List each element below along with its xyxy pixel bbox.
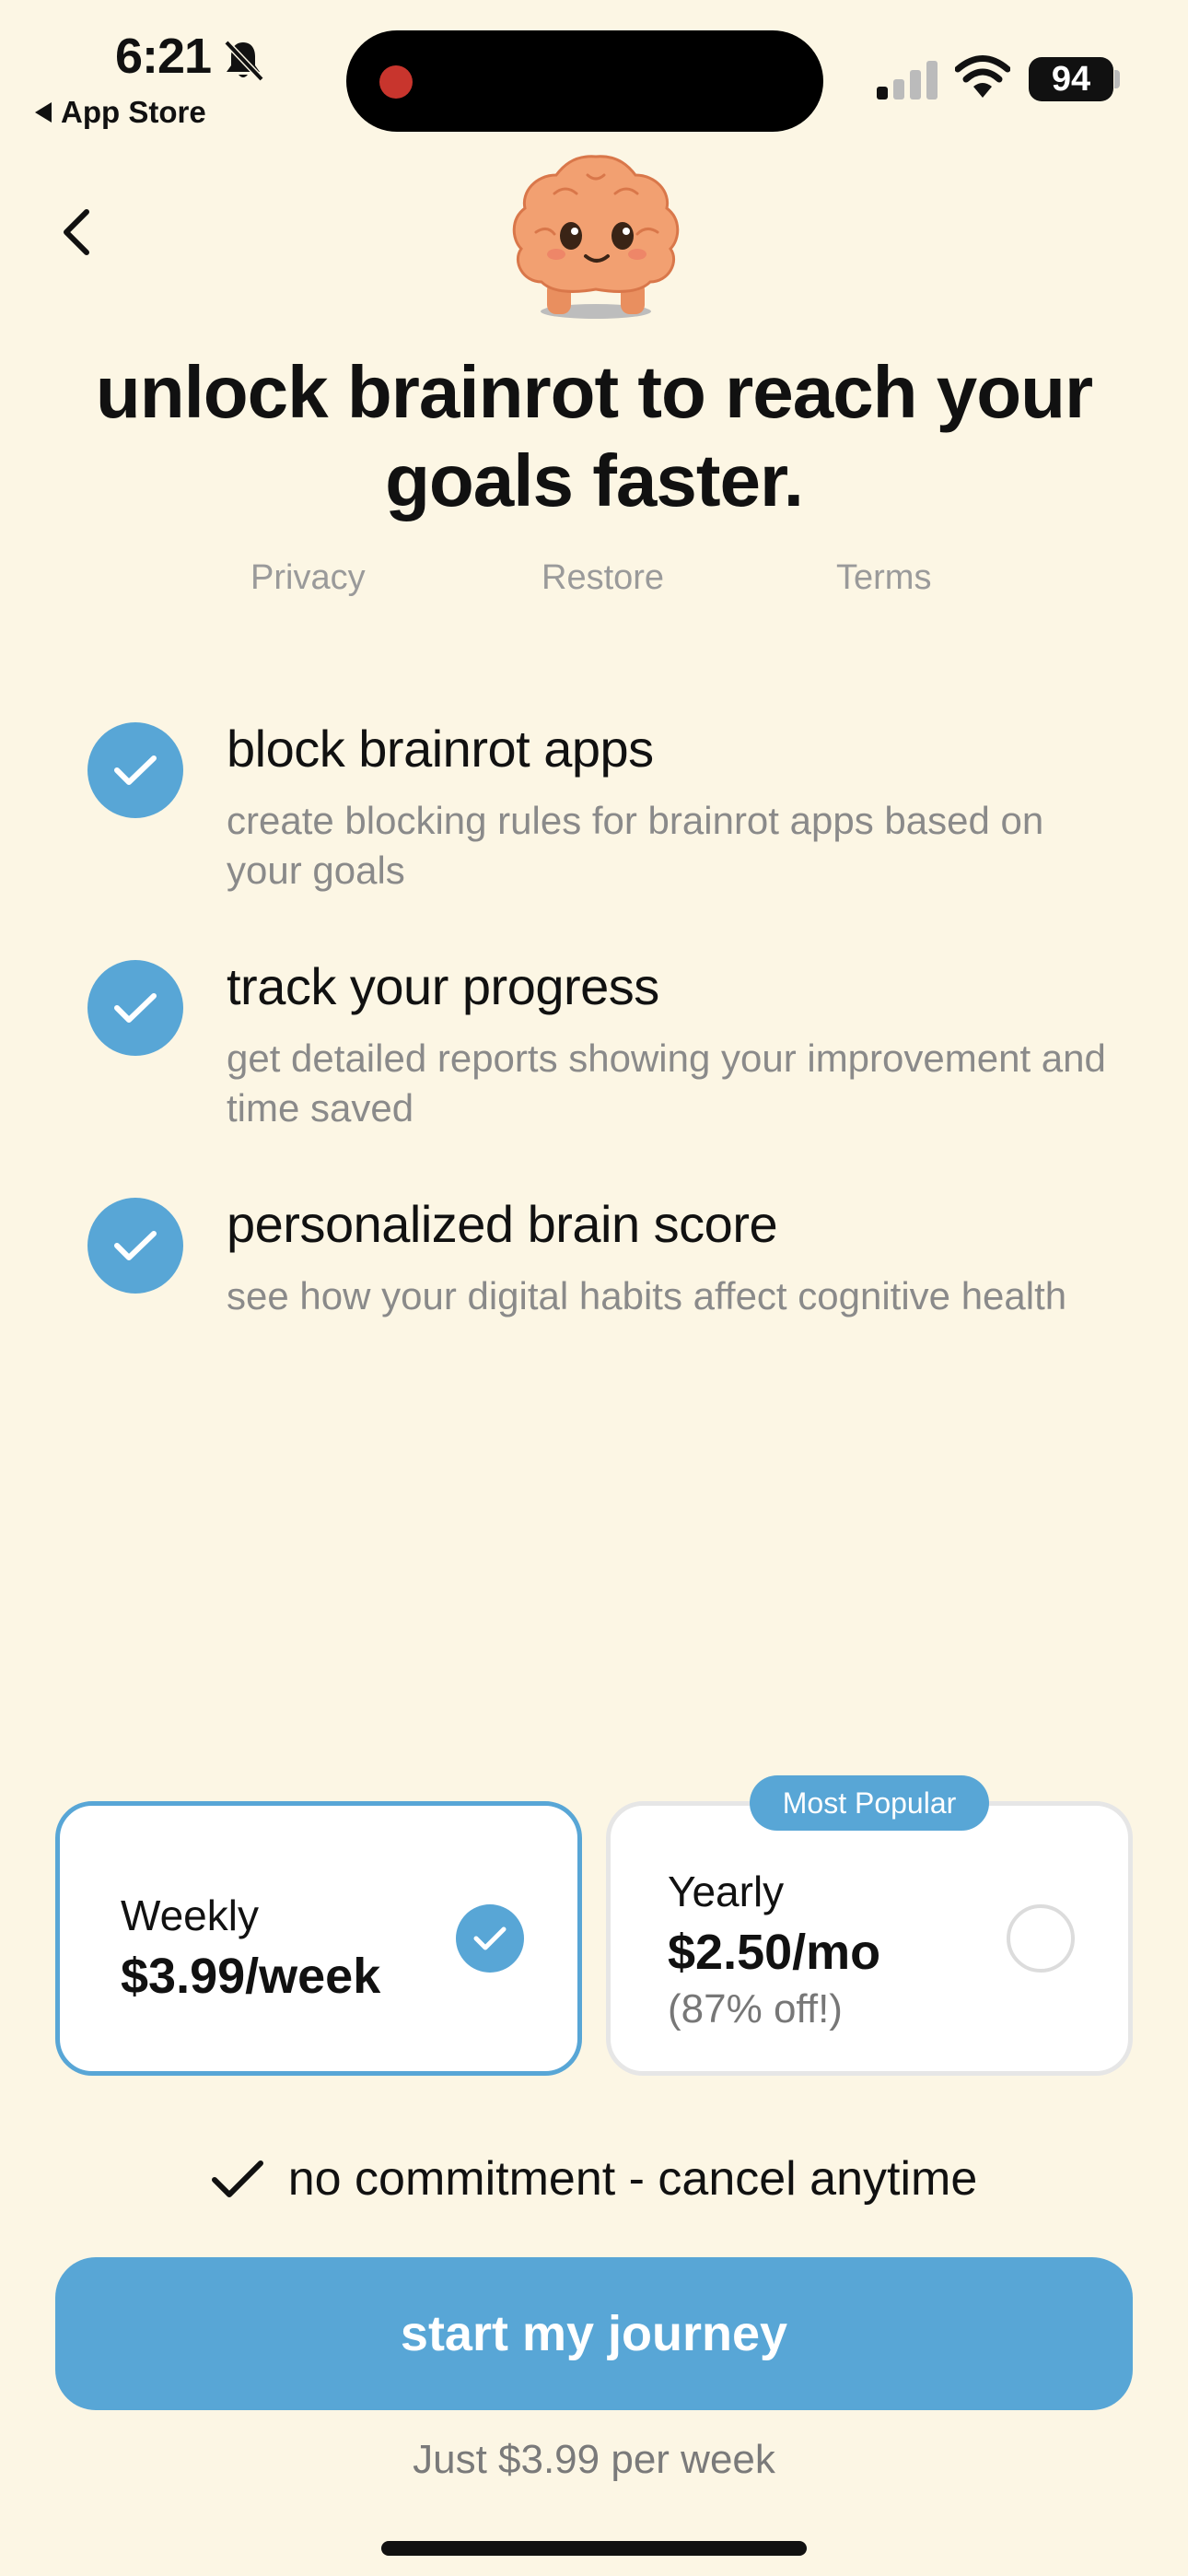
status-time: 6:21 xyxy=(115,29,212,84)
feature-description: get detailed reports showing your improv… xyxy=(227,1036,1106,1130)
check-circle-icon xyxy=(87,1198,183,1294)
feature-item: personalized brain score see how your di… xyxy=(0,1194,1188,1378)
feature-title: track your progress xyxy=(227,957,659,1015)
plan-weekly-card[interactable]: Weekly $3.99/week xyxy=(55,1801,582,2076)
recording-indicator xyxy=(379,65,413,99)
check-circle-icon xyxy=(87,960,183,1056)
feature-item: track your progress get detailed reports… xyxy=(0,956,1188,1141)
battery-indicator: 94 xyxy=(1029,57,1113,101)
check-circle-icon xyxy=(87,722,183,818)
terms-link[interactable]: Terms xyxy=(836,558,931,598)
feature-description: see how your digital habits affect cogni… xyxy=(227,1274,1067,1317)
commitment-text: no commitment - cancel anytime xyxy=(287,2152,978,2206)
feature-title: personalized brain score xyxy=(227,1195,778,1253)
page-headline: unlock brainrot to reach your goals fast… xyxy=(95,351,1093,521)
back-to-app-store[interactable]: App Store xyxy=(35,95,206,130)
plan-name: Weekly xyxy=(121,1891,259,1939)
wifi-icon xyxy=(955,55,1010,98)
price-subtext: Just $3.99 per week xyxy=(413,2437,775,2482)
back-app-label: App Store xyxy=(61,95,206,129)
feature-title: block brainrot apps xyxy=(227,720,654,778)
battery-nub xyxy=(1114,70,1120,88)
back-triangle-icon xyxy=(35,102,52,123)
radio-unselected-icon[interactable] xyxy=(1007,1904,1075,1973)
plan-price: $3.99/week xyxy=(121,1949,381,2004)
most-popular-badge: Most Popular xyxy=(750,1775,989,1831)
restore-link[interactable]: Restore xyxy=(542,558,664,598)
checkmark-icon xyxy=(211,2160,263,2197)
feature-description: create blocking rules for brainrot apps … xyxy=(227,799,1044,892)
commitment-note: no commitment - cancel anytime xyxy=(0,2147,1188,2211)
signal-icon xyxy=(877,61,938,100)
plan-price: $2.50/mo xyxy=(668,1925,881,1980)
chevron-left-icon[interactable] xyxy=(55,205,99,260)
start-journey-button[interactable]: start my journey xyxy=(55,2257,1133,2410)
plan-name: Yearly xyxy=(668,1868,785,1915)
dynamic-island xyxy=(346,30,823,132)
plan-discount-note: (87% off!) xyxy=(668,1986,843,2032)
plan-yearly-card[interactable]: Yearly $2.50/mo (87% off!) xyxy=(606,1801,1133,2076)
legal-links: Privacy Restore Terms xyxy=(0,558,1188,604)
home-indicator[interactable] xyxy=(381,2541,807,2556)
radio-selected-icon[interactable] xyxy=(456,1904,524,1973)
bell-slash-icon xyxy=(224,40,264,82)
feature-item: block brainrot apps create blocking rule… xyxy=(0,719,1188,903)
brain-mascot xyxy=(512,155,680,319)
privacy-link[interactable]: Privacy xyxy=(250,558,366,598)
